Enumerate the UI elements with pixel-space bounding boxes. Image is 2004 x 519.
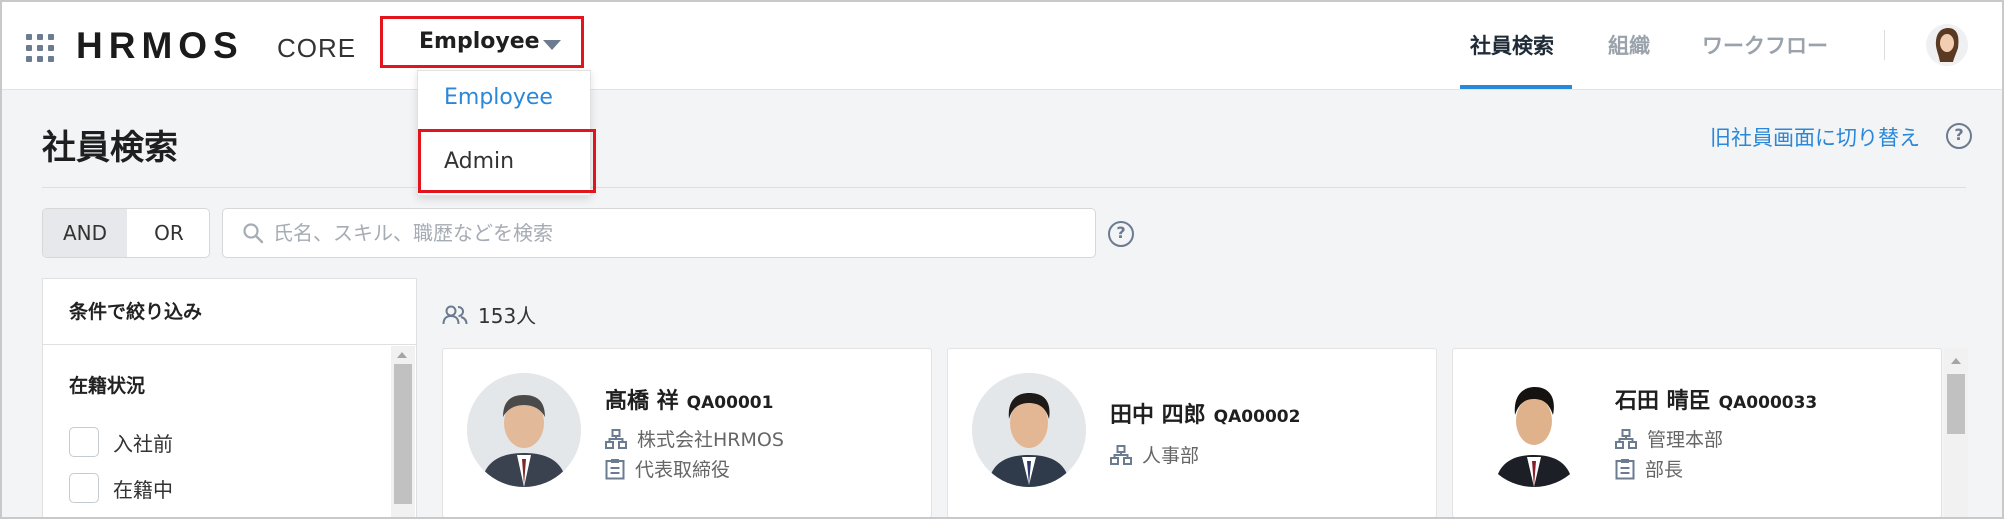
filter-option-pre-join[interactable]: 入社前 bbox=[69, 427, 173, 457]
employee-photo bbox=[467, 373, 581, 487]
menu-item-admin[interactable]: Admin bbox=[444, 149, 514, 174]
employee-name[interactable]: 田中 四郎 QA00002 bbox=[1110, 397, 1300, 429]
user-avatar[interactable] bbox=[1926, 24, 1968, 66]
logo-subtitle: CORE bbox=[277, 33, 357, 63]
scroll-up-arrow-icon[interactable] bbox=[397, 352, 407, 358]
nav-active-indicator bbox=[1460, 85, 1572, 89]
search-help-icon[interactable]: ? bbox=[1108, 221, 1134, 247]
employee-name[interactable]: 石田 晴臣 QA000033 bbox=[1615, 383, 1817, 415]
or-toggle-button[interactable]: OR bbox=[127, 209, 209, 257]
org-chart-icon bbox=[1110, 444, 1132, 465]
filter-scrollbar[interactable] bbox=[391, 346, 415, 517]
filter-panel: 条件で絞り込み 在籍状況 入社前 在籍中 bbox=[42, 278, 417, 517]
app-window: HRMOS CORE Employee 社員検索 組織 ワークフロー Emplo… bbox=[0, 0, 2004, 519]
search-input[interactable] bbox=[273, 217, 1073, 249]
page-title: 社員検索 bbox=[42, 128, 178, 168]
nav-divider bbox=[1884, 30, 1885, 60]
employee-photo bbox=[972, 373, 1086, 487]
employee-org: 株式会社HRMOS bbox=[605, 425, 784, 452]
employee-position-text: 代表取締役 bbox=[635, 459, 731, 481]
caret-down-icon bbox=[543, 40, 561, 50]
badge-icon bbox=[1615, 458, 1635, 479]
employee-org: 人事部 bbox=[1110, 441, 1199, 468]
filter-header: 条件で絞り込み bbox=[43, 279, 416, 345]
employee-name-text: 石田 晴臣 bbox=[1615, 389, 1711, 414]
employee-photo bbox=[1477, 373, 1591, 487]
search-icon bbox=[243, 223, 264, 244]
switch-legacy-link[interactable]: 旧社員画面に切り替え bbox=[1710, 122, 1920, 152]
filter-section-employment-status: 在籍状況 bbox=[69, 375, 146, 397]
top-bar: HRMOS CORE Employee 社員検索 組織 ワークフロー bbox=[2, 2, 2002, 90]
employee-name-text: 髙橋 祥 bbox=[605, 389, 679, 414]
org-chart-icon bbox=[1615, 428, 1637, 449]
mode-dropdown-label: Employee bbox=[419, 29, 540, 54]
scrollbar-thumb[interactable] bbox=[394, 364, 412, 504]
employee-name[interactable]: 髙橋 祥 QA00001 bbox=[605, 383, 773, 415]
employee-org-text: 株式会社HRMOS bbox=[637, 429, 784, 451]
result-count: 153人 bbox=[442, 300, 536, 329]
mode-dropdown[interactable]: Employee bbox=[380, 16, 584, 68]
employee-code: QA00002 bbox=[1213, 407, 1301, 427]
people-icon bbox=[442, 305, 468, 324]
logo[interactable]: HRMOS bbox=[76, 22, 244, 70]
nav-workflow[interactable]: ワークフロー bbox=[1702, 30, 1828, 60]
employee-code: QA000033 bbox=[1718, 393, 1818, 413]
employee-position: 部長 bbox=[1615, 455, 1683, 482]
employee-org: 管理本部 bbox=[1615, 425, 1723, 452]
employee-card[interactable]: 髙橋 祥 QA00001 株式会社HRMOS 代表取締役 bbox=[442, 348, 932, 517]
employee-position: 代表取締役 bbox=[605, 455, 730, 482]
nav-organization[interactable]: 組織 bbox=[1608, 30, 1650, 60]
filter-option-label: 在籍中 bbox=[113, 477, 173, 502]
scrollbar-thumb[interactable] bbox=[1947, 374, 1965, 434]
help-icon[interactable]: ? bbox=[1946, 123, 1972, 149]
badge-icon bbox=[605, 458, 625, 479]
org-chart-icon bbox=[605, 428, 627, 449]
and-toggle-button[interactable]: AND bbox=[43, 209, 127, 257]
menu-item-employee[interactable]: Employee bbox=[444, 85, 553, 110]
result-count-text: 153人 bbox=[478, 304, 537, 328]
mode-menu: Employee Admin bbox=[417, 70, 596, 196]
scroll-up-arrow-icon[interactable] bbox=[1951, 358, 1961, 364]
employee-position-text: 部長 bbox=[1645, 459, 1684, 481]
filter-option-employed[interactable]: 在籍中 bbox=[69, 473, 173, 503]
employee-card[interactable]: 田中 四郎 QA00002 人事部 bbox=[947, 348, 1437, 517]
checkbox[interactable] bbox=[69, 427, 99, 457]
employee-org-text: 管理本部 bbox=[1647, 429, 1724, 451]
employee-card[interactable]: 石田 晴臣 QA000033 管理本部 部長 bbox=[1452, 348, 1942, 517]
employee-org-text: 人事部 bbox=[1142, 445, 1200, 467]
results-scrollbar[interactable] bbox=[1944, 348, 1968, 517]
filter-option-label: 入社前 bbox=[113, 431, 173, 456]
nav-employee-search[interactable]: 社員検索 bbox=[1470, 30, 1554, 60]
header-divider bbox=[42, 187, 1966, 188]
search-box bbox=[222, 208, 1096, 258]
and-or-toggle: AND OR bbox=[42, 208, 210, 258]
employee-name-text: 田中 四郎 bbox=[1110, 403, 1206, 428]
app-launcher-icon[interactable] bbox=[26, 34, 54, 62]
employee-code: QA00001 bbox=[686, 393, 774, 413]
checkbox[interactable] bbox=[69, 473, 99, 503]
